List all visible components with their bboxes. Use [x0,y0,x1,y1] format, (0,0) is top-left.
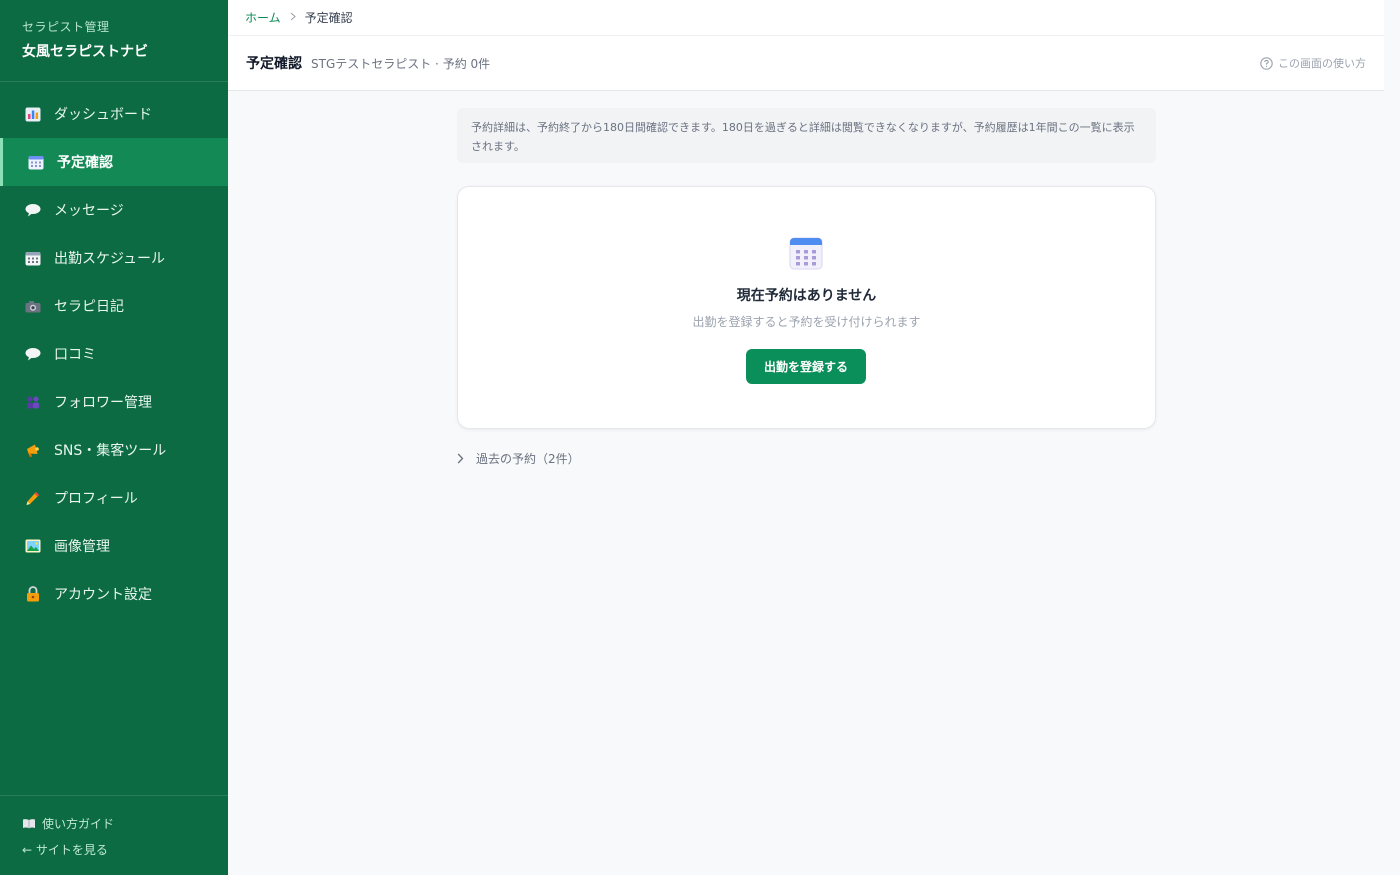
sidebar-item-label: 出勤スケジュール [54,251,166,267]
past-reservations-label: 過去の予約（2件） [476,452,580,466]
sidebar-item-label: ダッシュボード [54,107,152,123]
sidebar-item-label: アカウント設定 [54,587,152,603]
retention-notice: 予約詳細は、予約終了から180日間確認できます。180日を過ぎると詳細は閲覧でき… [457,108,1156,163]
empty-state-title: 現在予約はありません [736,288,877,304]
sidebar-item-dashboard[interactable]: ダッシュボード [0,90,228,138]
sidebar-item-account-settings[interactable]: アカウント設定 [0,570,228,618]
megaphone-icon [24,443,41,458]
sidebar-item-label: 予定確認 [57,155,113,171]
sidebar-item-label: 画像管理 [54,539,110,555]
sidebar-footer: 使い方ガイド ← サイトを見る [0,795,228,875]
picture-icon [24,539,41,554]
sidebar-item-label: SNS・集客ツール [54,443,167,459]
sidebar-item-messages[interactable]: メッセージ [0,186,228,234]
question-circle-icon [1260,56,1273,70]
breadcrumb-home[interactable]: ホーム [245,9,281,26]
sidebar-item-schedule-check[interactable]: 予定確認 [0,138,228,186]
sidebar-item-label: メッセージ [54,203,124,219]
view-site-link[interactable]: ← サイトを見る [22,840,206,858]
calendar-icon [789,236,823,270]
people-icon [24,395,41,410]
sidebar-item-label: セラピ日記 [54,299,124,315]
sidebar-item-label: フォロワー管理 [54,395,152,411]
brand-subtitle: セラピスト管理 [22,20,110,34]
sidebar-item-label: プロフィール [54,491,138,507]
help-link[interactable]: この画面の使い方 [1260,55,1366,71]
sidebar-item-sns-tools[interactable]: SNS・集客ツール [0,426,228,474]
page-subtitle: STGテストセラピスト · 予約 0件 [311,56,491,71]
breadcrumb: ホーム 予定確認 [228,0,1384,36]
schedule-icon [24,251,41,266]
brand-title[interactable]: 女風セラピストナビ [22,41,206,61]
guide-link[interactable]: 使い方ガイド [22,814,206,832]
register-shift-button[interactable]: 出勤を登録する [746,349,866,384]
sidebar-item-images[interactable]: 画像管理 [0,522,228,570]
lock-icon [24,586,41,602]
retention-notice-text: 予約詳細は、予約終了から180日間確認できます。180日を過ぎると詳細は閲覧でき… [471,121,1135,153]
sidebar-item-profile[interactable]: プロフィール [0,474,228,522]
calendar-icon [27,155,44,170]
help-link-label: この画面の使い方 [1278,57,1366,70]
sidebar-item-shift-schedule[interactable]: 出勤スケジュール [0,234,228,282]
camera-icon [24,299,41,314]
empty-state-card: 現在予約はありません 出勤を登録すると予約を受け付けられます 出勤を登録する [457,186,1156,429]
chevron-right-icon [457,453,464,464]
sidebar: セラピスト管理 女風セラピストナビ ダッシュボード 予定確認 メッセージ 出勤ス… [0,0,228,875]
bar-chart-icon [24,107,41,122]
page-title: 予定確認 [246,56,302,72]
book-icon [22,818,36,829]
past-reservations-toggle[interactable]: 過去の予約（2件） [457,450,580,467]
speech-bubble-icon [24,203,41,218]
chevron-right-icon [290,11,296,24]
sidebar-item-reviews[interactable]: 口コミ [0,330,228,378]
empty-state-description: 出勤を登録すると予約を受け付けられます [692,315,921,329]
speech-bubble-icon [24,347,41,362]
guide-link-label: 使い方ガイド [42,816,115,831]
pencil-icon [24,491,41,506]
view-site-label: ← サイトを見る [22,842,108,857]
page-header: 予定確認 STGテストセラピスト · 予約 0件 この画面の使い方 [228,36,1384,91]
sidebar-item-label: 口コミ [54,347,96,363]
brand: セラピスト管理 女風セラピストナビ [0,0,228,82]
sidebar-item-diary[interactable]: セラピ日記 [0,282,228,330]
sidebar-nav: ダッシュボード 予定確認 メッセージ 出勤スケジュール セラピ日記 口コミ フォ… [0,82,228,618]
breadcrumb-current: 予定確認 [304,11,353,25]
sidebar-item-followers[interactable]: フォロワー管理 [0,378,228,426]
